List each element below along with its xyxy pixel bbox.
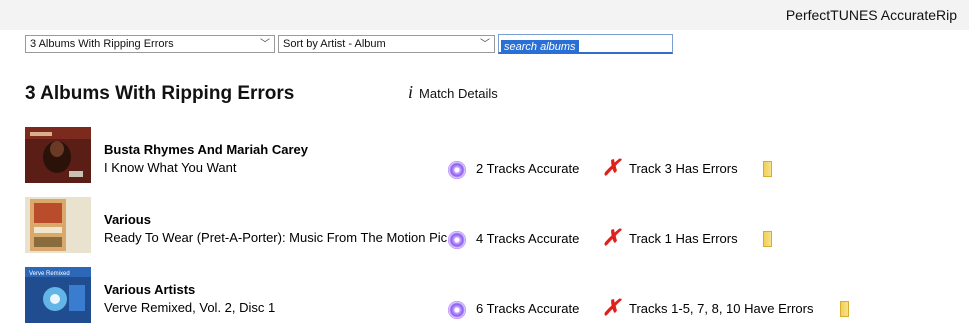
folder-icon[interactable] <box>763 161 772 177</box>
search-input[interactable]: search albums <box>498 34 673 54</box>
sort-dropdown-value: Sort by Artist - Album <box>283 38 386 50</box>
error-x-icon: ✗ <box>602 225 621 250</box>
error-x-icon: ✗ <box>602 295 621 320</box>
filter-dropdown-value: 3 Albums With Ripping Errors <box>30 38 174 50</box>
track-errors: Tracks 1-5, 7, 8, 10 Have Errors <box>629 301 814 316</box>
album-title: Verve Remixed, Vol. 2, Disc 1 <box>104 300 276 315</box>
cover-text: Verve Remixed <box>29 271 70 277</box>
album-row[interactable]: Verve Remixed Various Artists Verve Remi… <box>0 267 969 324</box>
tracks-accurate: 6 Tracks Accurate <box>476 301 580 316</box>
title-bar: PerfectTUNES AccurateRip <box>0 0 969 30</box>
album-row[interactable]: Various Ready To Wear (Pret-A-Porter): M… <box>0 197 969 257</box>
folder-icon[interactable] <box>763 231 772 247</box>
album-title: Ready To Wear (Pret-A-Porter): Music Fro… <box>104 230 455 245</box>
sort-dropdown[interactable]: Sort by Artist - Album ﹀ <box>278 35 495 53</box>
album-cover <box>25 197 91 253</box>
tracks-accurate: 4 Tracks Accurate <box>476 231 580 246</box>
album-artist: Various <box>104 212 151 227</box>
match-details-link[interactable]: i Match Details <box>408 82 498 103</box>
track-errors: Track 1 Has Errors <box>629 231 738 246</box>
album-row[interactable]: Busta Rhymes And Mariah Carey I Know Wha… <box>0 127 969 187</box>
tracks-accurate: 2 Tracks Accurate <box>476 161 580 176</box>
album-title: I Know What You Want <box>104 160 237 175</box>
disc-icon <box>448 231 466 249</box>
album-cover: Verve Remixed <box>25 267 91 323</box>
folder-icon[interactable] <box>840 301 849 317</box>
disc-icon <box>448 301 466 319</box>
chevron-down-icon: ﹀ <box>260 39 270 50</box>
page-title: 3 Albums With Ripping Errors <box>25 83 295 104</box>
album-cover <box>25 127 91 183</box>
track-errors: Track 3 Has Errors <box>629 161 738 176</box>
album-artist: Various Artists <box>104 282 196 297</box>
chevron-down-icon: ﹀ <box>480 39 490 50</box>
match-details-label: Match Details <box>419 86 498 101</box>
album-artist: Busta Rhymes And Mariah Carey <box>104 142 308 157</box>
app-title: PerfectTUNES AccurateRip <box>785 7 957 23</box>
info-icon: i <box>408 82 414 102</box>
error-x-icon: ✗ <box>602 155 621 180</box>
disc-icon <box>448 161 466 179</box>
search-placeholder: search albums <box>501 40 579 54</box>
filter-dropdown[interactable]: 3 Albums With Ripping Errors ﹀ <box>25 35 275 53</box>
